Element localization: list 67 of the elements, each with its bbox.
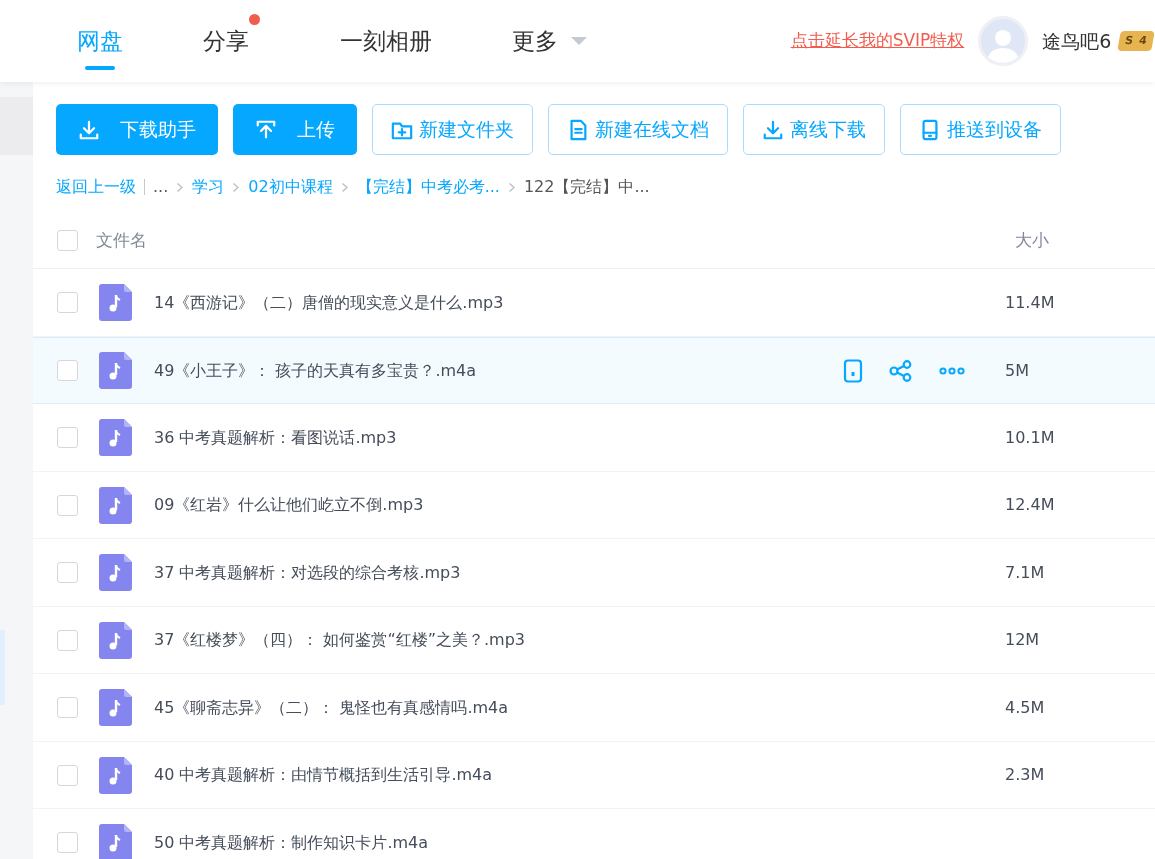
nav-tab[interactable]: 一刻相册 — [340, 0, 432, 82]
breadcrumb-ellipsis[interactable]: ... — [153, 175, 169, 199]
row-checkbox[interactable] — [57, 427, 78, 449]
tablet-icon — [919, 118, 941, 141]
row-checkbox[interactable] — [57, 494, 78, 516]
vip-badge: S 4 — [1117, 31, 1155, 51]
breadcrumb-current: 122【完结】中... — [523, 176, 650, 198]
audio-file-icon — [99, 352, 132, 390]
avatar[interactable] — [978, 16, 1029, 66]
row-checkbox[interactable] — [57, 292, 78, 314]
file-row[interactable]: 14《西游记》（二）唐僧的现实意义是什么.mp3 11.4M — [33, 269, 1155, 337]
audio-file-icon — [99, 486, 132, 524]
upload-icon — [255, 118, 277, 141]
row-checkbox[interactable] — [57, 764, 78, 786]
file-size: 12M — [1005, 629, 1041, 652]
phone-icon[interactable] — [843, 358, 863, 383]
file-row[interactable]: 36 中考真题解析：看图说话.mp3 10.1M — [33, 404, 1155, 472]
row-checkbox[interactable] — [57, 360, 78, 382]
more-icon[interactable] — [939, 366, 965, 375]
username: 途鸟吧6 — [1042, 28, 1112, 54]
document-icon — [567, 118, 589, 141]
file-size: 12.4M — [1005, 494, 1056, 517]
nav-tab[interactable]: 更多 — [512, 0, 588, 82]
chevron-icon — [232, 181, 241, 193]
file-name[interactable]: 14《西游记》（二）唐僧的现实意义是什么.mp3 — [154, 290, 1005, 315]
audio-file-icon — [99, 419, 132, 457]
chevron-icon — [507, 181, 516, 193]
row-checkbox[interactable] — [57, 697, 78, 719]
audio-file-icon — [99, 824, 132, 859]
file-name[interactable]: 50 中考真题解析：制作知识卡片.m4a — [154, 830, 1005, 855]
file-size: 5M — [1005, 359, 1030, 382]
column-header: 文件名 — [96, 228, 148, 252]
file-row[interactable]: 40 中考真题解析：由情节概括到生活引导.m4a 2.3M — [33, 741, 1155, 810]
file-name[interactable]: 37 中考真题解析：对选段的综合考核.mp3 — [154, 560, 1005, 585]
chevron-icon — [176, 181, 185, 193]
audio-file-icon — [99, 284, 132, 322]
file-size: 11.4M — [1005, 291, 1056, 314]
audio-file-icon — [99, 621, 132, 659]
file-name[interactable]: 45《聊斋志异》（二）： 鬼怪也有真感情吗.m4a — [154, 695, 1005, 720]
row-checkbox[interactable] — [57, 629, 78, 651]
download-icon — [78, 118, 100, 141]
select-all-checkbox[interactable] — [57, 230, 78, 252]
file-name[interactable]: 09《红岩》什么让他们屹立不倒.mp3 — [154, 493, 1005, 518]
audio-file-icon — [99, 689, 132, 727]
audio-file-icon — [99, 554, 132, 592]
file-name[interactable]: 40 中考真题解析：由情节概括到生活引导.m4a — [154, 763, 1005, 788]
nav-tab[interactable]: 分享 — [203, 0, 260, 82]
file-size: 7.1M — [1005, 561, 1046, 584]
file-row[interactable]: 50 中考真题解析：制作知识卡片.m4a — [33, 809, 1155, 859]
file-row[interactable]: 37 中考真题解析：对选段的综合考核.mp3 7.1M — [33, 539, 1155, 607]
file-name[interactable]: 37《红楼梦》（四）： 如何鉴赏“红楼”之美？.mp3 — [154, 628, 1005, 653]
file-size: 2.3M — [1005, 764, 1046, 787]
file-name[interactable]: 36 中考真题解析：看图说话.mp3 — [154, 425, 1005, 450]
share-icon[interactable] — [889, 359, 913, 382]
file-row[interactable]: 37《红楼梦》（四）： 如何鉴赏“红楼”之美？.mp3 12M — [33, 606, 1155, 675]
row-checkbox[interactable] — [57, 832, 78, 854]
file-size: 10.1M — [1005, 426, 1056, 449]
file-row[interactable]: 49《小王子》： 孩子的天真有多宝贵？.m4a 5M — [33, 336, 1155, 405]
file-size: 4.5M — [1005, 696, 1046, 719]
chevron-icon — [340, 181, 349, 193]
download-icon — [762, 118, 784, 141]
column-header: 大小 — [1014, 228, 1050, 252]
file-name[interactable]: 49《小王子》： 孩子的天真有多宝贵？.m4a — [154, 358, 843, 383]
audio-file-icon — [99, 756, 132, 794]
row-checkbox[interactable] — [57, 562, 78, 584]
file-row[interactable]: 45《聊斋志异》（二）： 鬼怪也有真感情吗.m4a 4.5M — [33, 674, 1155, 742]
file-row[interactable]: 09《红岩》什么让他们屹立不倒.mp3 12.4M — [33, 471, 1155, 540]
